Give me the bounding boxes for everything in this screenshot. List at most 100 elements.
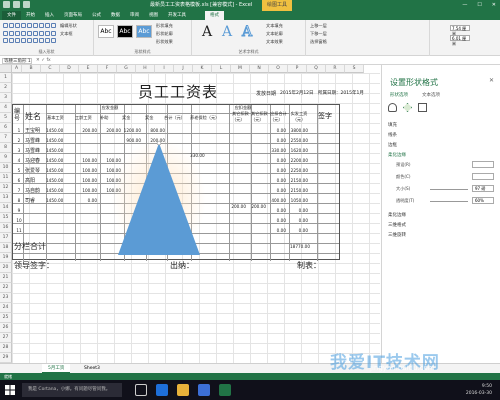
cell-base[interactable]: 1450.00 [46,148,72,154]
cell-no[interactable]: 6 [14,178,24,184]
row-header-14[interactable]: 14 [0,203,12,213]
row-header-21[interactable]: 21 [0,273,12,283]
wordart-style-2[interactable]: A [222,24,232,40]
row-header-27[interactable]: 27 [0,333,12,343]
cell-name[interactable]: 马雪峰 [25,148,47,154]
textbox-button[interactable]: 文本框 [60,31,73,37]
cell-bonus[interactable]: 1200.00 [119,128,141,134]
column-header-d[interactable]: D [60,65,79,73]
column-header-a[interactable]: A [12,65,22,73]
other-deduct2-value[interactable]: 200.00 [238,204,266,210]
header-net[interactable]: 实发工资（元） [288,111,310,123]
windows-start-icon[interactable] [5,385,15,395]
cell-net[interactable]: 2150.00 [282,188,308,194]
header-bonus[interactable]: 奖金 [122,115,130,121]
sheet-tab-sheet3[interactable]: Sheet3 [78,364,106,373]
cell-no[interactable]: 1 [14,128,24,134]
cortana-search-box[interactable]: 我是 Cortana，小娜。有问题尽管问我。 [22,383,122,397]
cell-name[interactable]: 张爱琴 [25,168,47,174]
minimize-button[interactable]: — [462,0,467,11]
subtotal-label[interactable]: 分栏合计 [14,241,46,252]
cell-net[interactable]: 2550.00 [282,138,308,144]
tab-formulas[interactable]: 公式 [87,11,106,20]
preset-dropdown[interactable] [472,161,494,168]
cell-name[interactable]: 马雪峰 [25,138,47,144]
column-header-g[interactable]: G [117,65,136,73]
cell-senior[interactable]: 100.00 [75,178,97,184]
cell-net[interactable]: 2150.00 [282,178,308,184]
row-header-15[interactable]: 15 [0,213,12,223]
column-header-e[interactable]: E [79,65,98,73]
cell-no[interactable]: 8 [14,198,24,204]
row-header-12[interactable]: 12 [0,183,12,193]
row-header-1[interactable]: 1 [0,73,12,83]
cell-no[interactable]: 2 [14,138,24,144]
transparency-input[interactable]: 60% [472,197,494,204]
header-total[interactable]: 合计（元） [164,115,185,121]
row-header-6[interactable]: 6 [0,123,12,133]
send-backward-button[interactable]: 下移一层 [310,31,327,37]
cell-net[interactable]: 2200.00 [282,158,308,164]
row-header-25[interactable]: 25 [0,313,12,323]
name-box[interactable]: 等腰三角形 1 [2,58,32,64]
cell-name[interactable]: 马自韵 [25,188,47,194]
reflection-section[interactable]: 线条 [388,132,397,138]
issue-date-value[interactable]: 2015年2月12日 [280,91,314,97]
column-header-l[interactable]: L [212,65,231,73]
header-name[interactable]: 姓名 [25,111,41,122]
style-swatch-blue[interactable]: Abc [136,25,152,38]
column-header-r[interactable]: R [326,65,345,73]
fill-line-icon[interactable] [388,103,397,112]
cell-base[interactable]: 1450.00 [46,198,72,204]
header-senior[interactable]: 工龄工资 [75,115,92,121]
shape-height-input[interactable]: 7.54 厘米 [450,25,470,36]
column-header-i[interactable]: I [155,65,174,73]
cell-base[interactable]: 1450.00 [46,128,72,134]
row-header-28[interactable]: 28 [0,343,12,353]
column-header-s[interactable]: S [345,65,364,73]
tab-home[interactable]: 开始 [21,11,40,20]
undo-icon[interactable] [13,1,20,8]
tab-text-options[interactable]: 文本选项 [422,92,440,98]
shapes-gallery[interactable] [3,23,56,45]
3d-format-section[interactable]: 三维格式 [388,222,406,228]
tab-page-layout[interactable]: 页面布局 [59,11,87,20]
redo-icon[interactable] [23,1,30,8]
cell-award[interactable]: 800.00 [143,128,165,134]
shadow-section[interactable]: 填充 [388,122,397,128]
cell-no[interactable]: 11 [14,228,24,234]
row-header-17[interactable]: 17 [0,233,12,243]
row-header-20[interactable]: 20 [0,263,12,273]
cell-no[interactable]: 7 [14,188,24,194]
select-all-corner[interactable] [0,65,12,73]
cell-no[interactable]: 9 [14,208,24,214]
cell-no[interactable]: 10 [14,218,24,224]
excel-taskbar-icon[interactable] [219,384,231,396]
cell-net[interactable]: 1050.00 [282,198,308,204]
shape-width-input[interactable]: 6.01 厘米 [450,35,470,46]
header-social[interactable]: 养老保险（元） [190,115,219,121]
selection-pane-button[interactable]: 选择窗格 [310,39,327,45]
row-header-26[interactable]: 26 [0,323,12,333]
tab-data[interactable]: 数据 [106,11,125,20]
cell-senior[interactable]: 200.00 [75,128,97,134]
close-button[interactable]: ✕ [492,0,496,11]
cell-base[interactable]: 1450.00 [46,138,72,144]
cell-no[interactable]: 5 [14,168,24,174]
fx-icon[interactable]: fx [46,58,50,63]
text-fill-button[interactable]: 文本填充 [266,23,283,29]
row-header-11[interactable]: 11 [0,173,12,183]
color-picker[interactable] [472,173,494,180]
column-header-p[interactable]: P [288,65,307,73]
row-header-3[interactable]: 3 [0,93,12,103]
cell-no[interactable]: 4 [14,158,24,164]
maximize-button[interactable]: ☐ [477,0,481,11]
cell-senior[interactable]: 100.00 [75,168,97,174]
tab-insert[interactable]: 插入 [40,11,59,20]
row-header-2[interactable]: 2 [0,83,12,93]
preparer-label[interactable]: 制表： [297,260,321,271]
grand-net-value[interactable]: 18770.00 [280,244,310,250]
cell-net[interactable]: 2250.00 [282,168,308,174]
row-header-5[interactable]: 5 [0,113,12,123]
cell-base[interactable]: 1450.00 [46,178,72,184]
